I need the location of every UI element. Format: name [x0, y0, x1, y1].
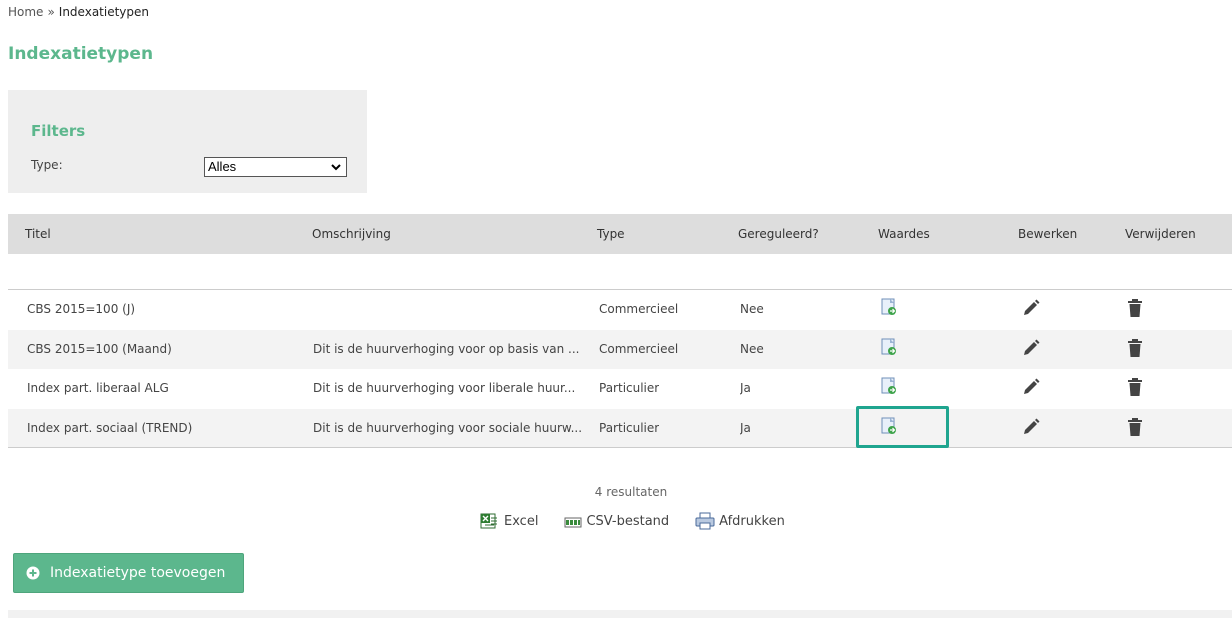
pencil-icon[interactable]	[1021, 338, 1041, 361]
export-excel-label: Excel	[504, 513, 539, 529]
breadcrumb-separator: »	[47, 5, 55, 19]
filters-title: Filters	[31, 122, 86, 140]
waardes-icon[interactable]	[880, 298, 898, 319]
export-excel-link[interactable]: Excel	[480, 512, 538, 530]
add-indexatietype-label: Indexatietype toevoegen	[50, 565, 226, 581]
column-header-omschrijving[interactable]: Omschrijving	[312, 227, 391, 241]
cell-omschrijving: Dit is de huurverhoging voor liberale hu…	[313, 381, 576, 395]
cell-titel: CBS 2015=100 (J)	[27, 302, 136, 316]
cell-gereguleerd: Ja	[740, 381, 751, 395]
cell-omschrijving: Dit is de huurverhoging voor sociale huu…	[313, 420, 583, 435]
table-row: Index part. liberaal ALG Dit is de huurv…	[8, 369, 1232, 409]
highlight-box	[856, 405, 949, 448]
breadcrumb: Home » Indexatietypen	[8, 5, 149, 19]
pencil-icon[interactable]	[1021, 298, 1041, 321]
breadcrumb-current: Indexatietypen	[58, 5, 150, 19]
cell-omschrijving: Dit is de huurverhoging voor op basis va…	[313, 341, 580, 356]
export-csv-link[interactable]: CSV-bestand	[564, 512, 669, 530]
filter-type-label: Type:	[31, 158, 63, 172]
table-row: Index part. sociaal (TREND) Dit is de hu…	[8, 405, 1232, 448]
add-indexatietype-button[interactable]: Indexatietype toevoegen	[13, 553, 244, 593]
csv-icon	[564, 517, 582, 528]
table-header: Titel Omschrijving Type Gereguleerd? Waa…	[8, 214, 1232, 254]
cell-gereguleerd: Nee	[740, 302, 764, 316]
trash-icon[interactable]	[1126, 417, 1144, 440]
filter-type-select[interactable]: Alles	[204, 157, 347, 177]
table-row: CBS 2015=100 (J) Commercieel Nee	[8, 290, 1232, 330]
trash-icon[interactable]	[1126, 338, 1144, 361]
cell-titel: Index part. sociaal (TREND)	[27, 420, 193, 435]
trash-icon[interactable]	[1126, 298, 1144, 321]
cell-gereguleerd: Ja	[740, 420, 751, 435]
trash-icon[interactable]	[1126, 377, 1144, 400]
waardes-icon[interactable]	[880, 338, 898, 359]
printer-icon	[695, 512, 715, 530]
cell-type: Commercieel	[599, 302, 679, 316]
plus-circle-icon	[26, 566, 40, 580]
export-bar: Excel CSV-bestand Afdrukken	[480, 512, 785, 530]
column-header-verwijderen: Verwijderen	[1125, 227, 1196, 241]
column-header-gereguleerd[interactable]: Gereguleerd?	[738, 227, 819, 241]
filters-panel: Filters Type: Alles	[8, 90, 367, 193]
table-row: CBS 2015=100 (Maand) Dit is de huurverho…	[8, 329, 1232, 369]
column-header-bewerken: Bewerken	[1018, 227, 1078, 241]
waardes-icon[interactable]	[880, 377, 898, 398]
breadcrumb-home-link[interactable]: Home	[8, 5, 43, 19]
cell-titel: CBS 2015=100 (Maand)	[27, 341, 172, 356]
filter-type-value: Alles	[208, 159, 237, 174]
cell-type: Particulier	[599, 420, 660, 435]
print-link[interactable]: Afdrukken	[695, 512, 785, 530]
pencil-icon[interactable]	[1021, 417, 1041, 440]
print-label: Afdrukken	[719, 513, 785, 529]
excel-icon	[480, 513, 497, 529]
pencil-icon[interactable]	[1021, 377, 1041, 400]
cell-titel: Index part. liberaal ALG	[27, 381, 169, 395]
table-filter-row	[8, 254, 1232, 290]
footer-strip	[8, 610, 1232, 618]
export-csv-label: CSV-bestand	[586, 513, 670, 529]
cell-type: Commercieel	[599, 341, 679, 356]
cell-type: Particulier	[599, 381, 660, 395]
page-title: Indexatietypen	[8, 44, 154, 64]
column-header-type[interactable]: Type	[597, 227, 625, 241]
cell-gereguleerd: Nee	[740, 341, 764, 356]
chevron-down-icon	[331, 164, 341, 171]
column-header-titel[interactable]: Titel	[25, 227, 51, 241]
results-count: 4 resultaten	[594, 485, 668, 499]
indexatietypen-table: Titel Omschrijving Type Gereguleerd? Waa…	[8, 214, 1232, 448]
column-header-waardes: Waardes	[878, 227, 930, 241]
waardes-icon[interactable]	[880, 417, 898, 438]
